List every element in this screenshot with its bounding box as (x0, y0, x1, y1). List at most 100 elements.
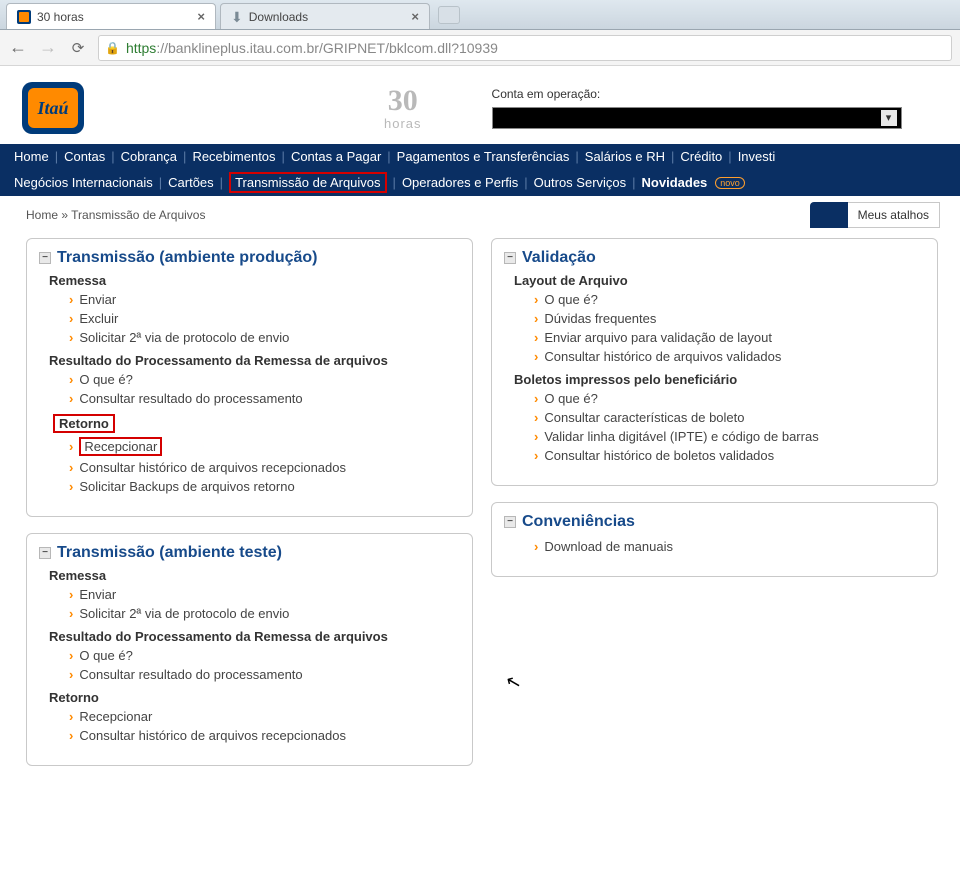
link-layout-oque[interactable]: O que é? (544, 292, 598, 307)
nav-home[interactable]: Home (14, 149, 49, 164)
nav-negocios[interactable]: Negócios Internacionais (14, 175, 153, 190)
link-hist-boletos[interactable]: Consultar histórico de boletos validados (544, 448, 774, 463)
link-oque-t[interactable]: O que é? (79, 648, 133, 663)
link-excluir[interactable]: Excluir (79, 311, 118, 326)
link-enviar[interactable]: Enviar (79, 292, 116, 307)
list-item[interactable]: Enviar (69, 290, 460, 309)
list-item[interactable]: Dúvidas frequentes (534, 309, 925, 328)
link-recepcionar-t[interactable]: Recepcionar (79, 709, 152, 724)
nav-recebimentos[interactable]: Recebimentos (192, 149, 275, 164)
browser-tab-active[interactable]: 30 horas × (6, 3, 216, 29)
panel-conveniencias: − Conveniências Download de manuais (491, 502, 938, 577)
link-enviar-t[interactable]: Enviar (79, 587, 116, 602)
account-selector: Conta em operação: (492, 87, 902, 129)
left-column: − Transmissão (ambiente produção) Remess… (26, 238, 473, 766)
list-item[interactable]: Consultar resultado do processamento (69, 665, 460, 684)
list-item[interactable]: Solicitar 2ª via de protocolo de envio (69, 604, 460, 623)
link-consultar-result[interactable]: Consultar resultado do processamento (79, 391, 302, 406)
crumb-home[interactable]: Home (26, 208, 58, 222)
link-2via-t[interactable]: Solicitar 2ª via de protocolo de envio (79, 606, 289, 621)
nav-salarios[interactable]: Salários e RH (585, 149, 665, 164)
thirty-text: 30 (384, 86, 422, 116)
list-item[interactable]: Consultar histórico de boletos validados (534, 446, 925, 465)
collapse-icon[interactable]: − (504, 252, 516, 264)
panel-transmissao-producao: − Transmissão (ambiente produção) Remess… (26, 238, 473, 517)
sub-bar: Home » Transmissão de Arquivos Meus atal… (0, 196, 960, 228)
link-boletos-oque[interactable]: O que é? (544, 391, 598, 406)
nav-operadores[interactable]: Operadores e Perfis (402, 175, 518, 190)
itau-favicon-icon (17, 10, 31, 24)
nav-pagamentos[interactable]: Pagamentos e Transferências (397, 149, 570, 164)
breadcrumb: Home » Transmissão de Arquivos (26, 208, 205, 222)
nav-novidades[interactable]: Novidades (642, 175, 708, 190)
url-path: /GRIPNET/bklcom.dll?10939 (319, 40, 498, 56)
url-host: ://banklineplus.itau.com.br (156, 40, 319, 56)
link-hist-recep[interactable]: Consultar histórico de arquivos recepcio… (79, 460, 346, 475)
nav-cobranca[interactable]: Cobrança (121, 149, 177, 164)
collapse-icon[interactable]: − (504, 516, 516, 528)
nav-contas-pagar[interactable]: Contas a Pagar (291, 149, 381, 164)
thirty-horas-logo: 30 horas (384, 86, 422, 131)
link-duvidas[interactable]: Dúvidas frequentes (544, 311, 656, 326)
nav-investi[interactable]: Investi (738, 149, 776, 164)
list-item[interactable]: O que é? (534, 290, 925, 309)
link-consultar-result-t[interactable]: Consultar resultado do processamento (79, 667, 302, 682)
list-item[interactable]: Solicitar Backups de arquivos retorno (69, 477, 460, 496)
crumb-sep: » (61, 208, 68, 222)
link-hist-valid[interactable]: Consultar histórico de arquivos validado… (544, 349, 781, 364)
link-recepcionar[interactable]: Recepcionar (84, 439, 157, 454)
shortcuts-label: Meus atalhos (848, 202, 940, 228)
list-item[interactable]: Solicitar 2ª via de protocolo de envio (69, 328, 460, 347)
nav-transmissao[interactable]: Transmissão de Arquivos (235, 175, 380, 190)
panel-title-text: Transmissão (ambiente teste) (57, 544, 282, 562)
account-dropdown[interactable] (492, 107, 902, 129)
close-icon[interactable]: × (411, 9, 419, 24)
nav-contas[interactable]: Contas (64, 149, 105, 164)
list-item[interactable]: Recepcionar (69, 707, 460, 726)
reload-button[interactable]: ⟳ (68, 39, 88, 57)
nav-cartoes[interactable]: Cartões (168, 175, 214, 190)
link-download-manuais[interactable]: Download de manuais (544, 539, 673, 554)
list-item[interactable]: Consultar características de boleto (534, 408, 925, 427)
nav-credito[interactable]: Crédito (680, 149, 722, 164)
forward-button[interactable]: → (38, 37, 58, 58)
list-item[interactable]: Enviar arquivo para validação de layout (534, 328, 925, 347)
link-hist-recep-t[interactable]: Consultar histórico de arquivos recepcio… (79, 728, 346, 743)
new-tab-button[interactable] (438, 6, 460, 24)
list-item[interactable]: Excluir (69, 309, 460, 328)
address-bar[interactable]: 🔒 https://banklineplus.itau.com.br/GRIPN… (98, 35, 952, 61)
list-item[interactable]: Consultar histórico de arquivos recepcio… (69, 726, 460, 745)
itau-logo[interactable]: Itaú (22, 82, 84, 134)
list-item[interactable]: Validar linha digitável (IPTE) e código … (534, 427, 925, 446)
list-item[interactable]: Enviar (69, 585, 460, 604)
nav-outros[interactable]: Outros Serviços (534, 175, 626, 190)
link-validar-ipte[interactable]: Validar linha digitável (IPTE) e código … (544, 429, 818, 444)
browser-tab[interactable]: ⬇ Downloads × (220, 3, 430, 29)
list-item[interactable]: O que é? (69, 646, 460, 665)
shortcuts-tab-accent (810, 202, 848, 228)
right-column: − Validação Layout de Arquivo O que é? D… (491, 238, 938, 766)
link-enviar-layout[interactable]: Enviar arquivo para validação de layout (544, 330, 772, 345)
link-caracteristicas[interactable]: Consultar características de boleto (544, 410, 744, 425)
list-item[interactable]: O que é? (69, 370, 460, 389)
close-icon[interactable]: × (197, 9, 205, 24)
collapse-icon[interactable]: − (39, 252, 51, 264)
browser-tabstrip: 30 horas × ⬇ Downloads × (0, 0, 960, 30)
list-item[interactable]: Consultar histórico de arquivos recepcio… (69, 458, 460, 477)
list-item[interactable]: Consultar histórico de arquivos validado… (534, 347, 925, 366)
subhead-retorno-t: Retorno (49, 690, 460, 705)
link-backups[interactable]: Solicitar Backups de arquivos retorno (79, 479, 294, 494)
my-shortcuts-tab[interactable]: Meus atalhos (810, 202, 940, 228)
url-scheme: https (126, 40, 156, 56)
collapse-icon[interactable]: − (39, 547, 51, 559)
list-item[interactable]: Recepcionar (69, 435, 460, 458)
link-oque[interactable]: O que é? (79, 372, 133, 387)
list-item[interactable]: Download de manuais (534, 537, 925, 556)
subhead-boletos: Boletos impressos pelo beneficiário (514, 372, 925, 387)
tab-title: 30 horas (37, 10, 84, 24)
list-item[interactable]: Consultar resultado do processamento (69, 389, 460, 408)
list-item[interactable]: O que é? (534, 389, 925, 408)
back-button[interactable]: ← (8, 37, 28, 58)
panel-validacao: − Validação Layout de Arquivo O que é? D… (491, 238, 938, 486)
link-2via[interactable]: Solicitar 2ª via de protocolo de envio (79, 330, 289, 345)
